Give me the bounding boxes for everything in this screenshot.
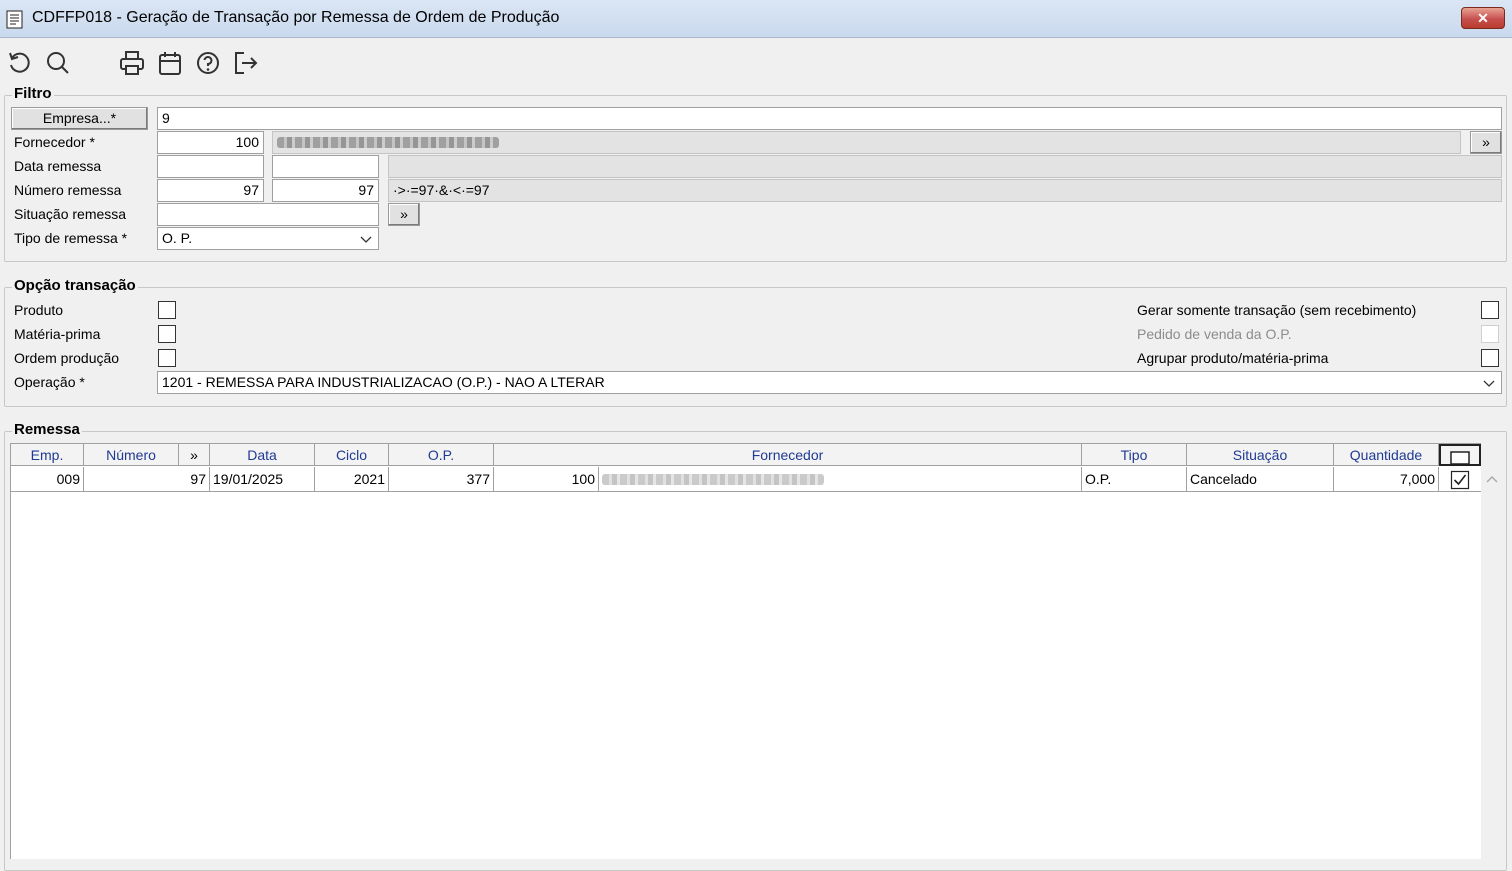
window-title: CDFFP018 - Geração de Transação por Reme… xyxy=(32,9,560,26)
tipo-remessa-label: Tipo de remessa * xyxy=(14,230,128,246)
gerar-somente-label: Gerar somente transação (sem recebimento… xyxy=(1137,302,1417,318)
data-remessa-expr-field xyxy=(388,155,1502,178)
cell-situacao[interactable]: Cancelado xyxy=(1187,467,1334,492)
refresh-icon[interactable] xyxy=(6,49,34,77)
produto-label: Produto xyxy=(14,302,64,318)
cell-fornecedor-name[interactable] xyxy=(599,467,1082,492)
close-button[interactable]: ✕ xyxy=(1461,7,1505,29)
empresa-button[interactable]: Empresa...* xyxy=(11,107,148,130)
cell-numero[interactable]: 97 xyxy=(84,467,210,492)
data-remessa-label: Data remessa xyxy=(14,158,102,174)
col-header-emp[interactable]: Emp. xyxy=(11,444,84,466)
chevron-down-icon xyxy=(1483,373,1495,393)
calendar-icon[interactable] xyxy=(156,49,184,77)
materia-prima-label: Matéria-prima xyxy=(14,326,101,342)
ordem-producao-label: Ordem produção xyxy=(14,350,120,366)
fornecedor-name-field xyxy=(272,131,1461,154)
remessa-grid xyxy=(10,443,1481,859)
cell-ciclo[interactable]: 2021 xyxy=(315,467,389,492)
col-header-fornecedor[interactable]: Fornecedor xyxy=(494,444,1082,466)
data-remessa-to-field[interactable] xyxy=(272,155,379,178)
chevron-down-icon xyxy=(360,229,372,249)
cell-select-checkbox[interactable] xyxy=(1439,467,1481,492)
cell-op[interactable]: 377 xyxy=(389,467,494,492)
cell-data[interactable]: 19/01/2025 xyxy=(210,467,315,492)
col-header-ciclo[interactable]: Ciclo xyxy=(315,444,389,466)
cell-tipo[interactable]: O.P. xyxy=(1082,467,1187,492)
help-icon[interactable] xyxy=(194,49,222,77)
produto-checkbox[interactable] xyxy=(158,301,176,319)
filtro-title: Filtro xyxy=(12,85,54,102)
empresa-button-label: Empresa...* xyxy=(42,110,117,126)
data-remessa-from-field[interactable] xyxy=(157,155,264,178)
numero-remessa-label: Número remessa xyxy=(14,182,122,198)
empresa-field[interactable]: 9 xyxy=(157,107,1502,130)
numero-remessa-expr-field: ·>·=97·&·<·=97 xyxy=(388,179,1502,202)
col-header-select-all[interactable] xyxy=(1439,444,1481,466)
cell-quantidade[interactable]: 7,000 xyxy=(1334,467,1439,492)
checkbox-icon xyxy=(1448,449,1472,466)
fornecedor-label: Fornecedor * xyxy=(14,134,95,150)
col-header-situacao[interactable]: Situação xyxy=(1187,444,1334,466)
materia-prima-checkbox[interactable] xyxy=(158,325,176,343)
col-header-data[interactable]: Data xyxy=(210,444,315,466)
fornecedor-more-button[interactable]: » xyxy=(1470,131,1502,154)
situacao-remessa-field[interactable] xyxy=(157,203,379,226)
remessa-title: Remessa xyxy=(12,421,82,438)
document-icon xyxy=(6,10,23,29)
tipo-remessa-select[interactable]: O. P. xyxy=(157,227,379,250)
exit-icon[interactable] xyxy=(232,49,260,77)
col-header-quantidade[interactable]: Quantidade xyxy=(1334,444,1439,466)
redacted-text xyxy=(602,474,824,485)
checkmark-icon xyxy=(1450,471,1470,490)
search-icon[interactable] xyxy=(44,49,72,77)
ordem-producao-checkbox[interactable] xyxy=(158,349,176,367)
col-header-op[interactable]: O.P. xyxy=(389,444,494,466)
operacao-select[interactable]: 1201 - REMESSA PARA INDUSTRIALIZACAO (O.… xyxy=(157,371,1502,394)
grid-scrollbar[interactable] xyxy=(1482,467,1502,859)
pedido-venda-checkbox xyxy=(1481,325,1499,343)
situacao-remessa-label: Situação remessa xyxy=(14,206,127,222)
numero-remessa-to-field[interactable]: 97 xyxy=(272,179,379,202)
col-header-expand[interactable]: » xyxy=(179,444,210,466)
opcao-transacao-title: Opção transação xyxy=(12,277,138,294)
fornecedor-code-field[interactable]: 100 xyxy=(157,131,264,154)
title-bar: CDFFP018 - Geração de Transação por Reme… xyxy=(0,0,1512,38)
operacao-value: 1201 - REMESSA PARA INDUSTRIALIZACAO (O.… xyxy=(162,374,605,390)
gerar-somente-checkbox[interactable] xyxy=(1481,301,1499,319)
pedido-venda-label: Pedido de venda da O.P. xyxy=(1137,326,1292,342)
print-icon[interactable] xyxy=(118,49,146,77)
tipo-remessa-value: O. P. xyxy=(162,230,193,246)
agrupar-checkbox[interactable] xyxy=(1481,349,1499,367)
numero-remessa-from-field[interactable]: 97 xyxy=(157,179,264,202)
redacted-text xyxy=(277,137,499,148)
agrupar-label: Agrupar produto/matéria-prima xyxy=(1137,350,1329,366)
chevron-up-icon[interactable] xyxy=(1486,473,1498,489)
cell-emp[interactable]: 009 xyxy=(11,467,84,492)
cell-fornecedor-code[interactable]: 100 xyxy=(494,467,599,492)
col-header-numero[interactable]: Número xyxy=(84,444,179,466)
situacao-more-button[interactable]: » xyxy=(388,203,420,226)
operacao-label: Operação * xyxy=(14,374,85,390)
col-header-tipo[interactable]: Tipo xyxy=(1082,444,1187,466)
